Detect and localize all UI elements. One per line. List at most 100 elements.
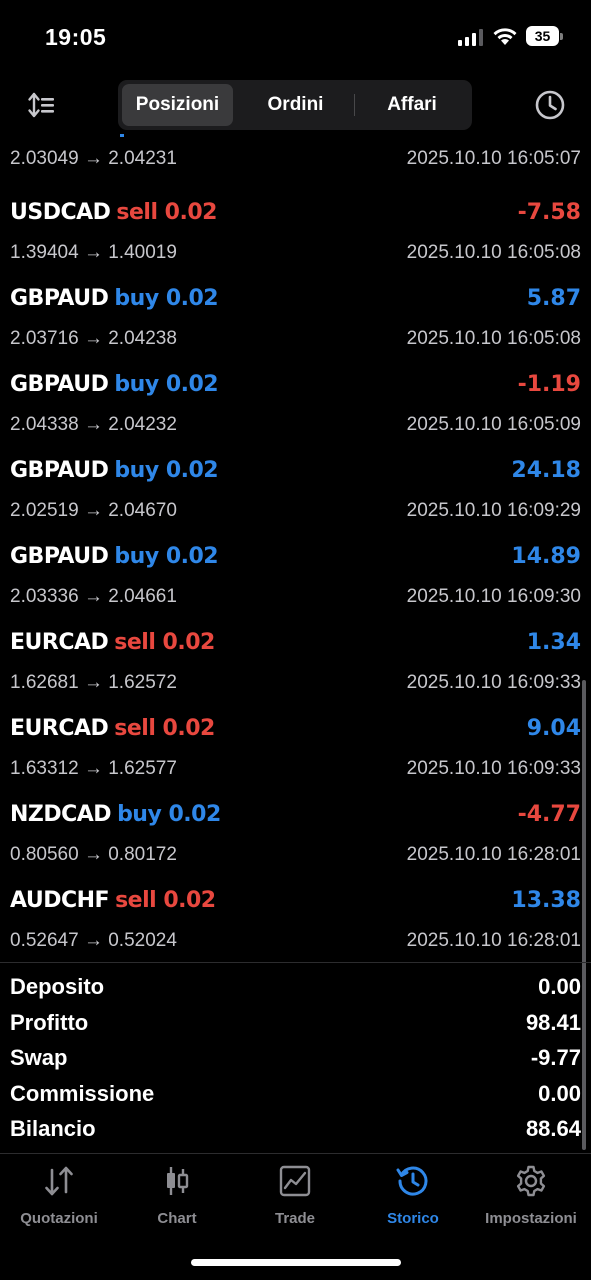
- list-item[interactable]: GBPAUD buy 0.02 -1.19 2.04338 → 2.04232 2…: [0, 360, 591, 446]
- history-clock-icon[interactable]: [533, 88, 567, 122]
- summary-value: -9.77: [530, 1045, 581, 1070]
- trade-side: buy 0.02: [114, 544, 219, 569]
- list-item[interactable]: AUDCHF sell 0.02 13.38 0.52647 → 0.52024 …: [0, 876, 591, 962]
- summary-row-bilancio: Bilancio 88.64: [0, 1112, 591, 1148]
- tab-impostazioni[interactable]: Impostazioni: [472, 1164, 590, 1234]
- screen: 19:05 35 Posizioni Ordini Affari 2.03049…: [0, 0, 591, 1280]
- trade-symbol: GBPAUD buy 0.02: [10, 458, 219, 483]
- trade-side: buy 0.02: [114, 458, 219, 483]
- trade-prices: 0.80560 → 0.80172: [10, 844, 177, 865]
- trade-profit: -4.77: [517, 802, 581, 827]
- trade-time: 2025.10.10 16:28:01: [406, 844, 581, 865]
- trade-prices: 0.52647 → 0.52024: [10, 930, 177, 951]
- summary-value: 0.00: [538, 974, 581, 999]
- trade-symbol: EURCAD sell 0.02: [10, 630, 215, 655]
- trade-profit: 1.34: [526, 630, 581, 655]
- trade-prices: 2.03336 → 2.04661: [10, 586, 177, 607]
- trade-time: 2025.10.10 16:09:33: [406, 758, 581, 779]
- trade-pair: EURCAD: [10, 716, 109, 741]
- trade-side: buy 0.02: [114, 372, 219, 397]
- trade-time: 2025.10.10 16:09:33: [406, 672, 581, 693]
- trade-prices: 1.62681 → 1.62572: [10, 672, 177, 693]
- summary-value: 0.00: [538, 1080, 581, 1106]
- wifi-icon: [493, 28, 517, 45]
- list-item[interactable]: EURCAD sell 0.02 1.34 1.62681 → 1.62572 2…: [0, 618, 591, 704]
- tab-label: Storico: [387, 1210, 439, 1227]
- summary-row-commissione: Commissione 0.00: [0, 1077, 591, 1113]
- trade-symbol: EURCAD sell 0.02: [10, 716, 215, 741]
- partial-side-marker: [120, 134, 124, 137]
- summary-label: Profitto: [10, 1009, 89, 1035]
- trade-profit: 13.38: [511, 888, 581, 913]
- trade-pair: NZDCAD: [10, 802, 112, 827]
- quotes-arrows-icon: [45, 1166, 73, 1196]
- list-item[interactable]: GBPAUD buy 0.02 14.89 2.03336 → 2.04661 2…: [0, 532, 591, 618]
- trade-time: 2025.10.10 16:05:08: [406, 242, 581, 263]
- trade-time: 2025.10.10 16:05:09: [406, 414, 581, 435]
- trade-symbol: USDCAD sell 0.02: [10, 200, 217, 225]
- trade-symbol: NZDCAD buy 0.02: [10, 802, 221, 827]
- battery-icon: 35: [526, 26, 563, 46]
- trade-prices: 2.03049 → 2.04231: [10, 148, 177, 169]
- tab-label: Quotazioni: [20, 1210, 98, 1227]
- trade-profit: 5.87: [526, 286, 581, 311]
- trade-time: 2025.10.10 16:05:08: [406, 328, 581, 349]
- trade-prices: 2.04338 → 2.04232: [10, 414, 177, 435]
- segment-affari[interactable]: Affari: [356, 84, 468, 126]
- tab-storico[interactable]: Storico: [354, 1164, 472, 1234]
- summary-panel: Deposito 0.00 Profitto 98.41 Swap -9.77 …: [0, 970, 591, 1148]
- trade-list[interactable]: 2.03049 → 2.04231 2025.10.10 16:05:07 US…: [0, 134, 591, 962]
- trade-prices: 2.02519 → 2.04670: [10, 500, 177, 521]
- trade-prices: 2.03716 → 2.04238: [10, 328, 177, 349]
- trade-pair: GBPAUD: [10, 286, 109, 311]
- summary-row-swap: Swap -9.77: [0, 1041, 591, 1077]
- trade-symbol: AUDCHF sell 0.02: [10, 888, 216, 913]
- segmented-control: Posizioni Ordini Affari: [118, 80, 472, 130]
- tab-quotazioni[interactable]: Quotazioni: [0, 1164, 118, 1234]
- tab-label: Trade: [274, 1210, 316, 1227]
- history-icon: [396, 1166, 428, 1196]
- tab-label: Impostazioni: [485, 1210, 577, 1227]
- trade-profit: -1.19: [517, 372, 581, 397]
- list-item[interactable]: EURCAD sell 0.02 9.04 1.63312 → 1.62577 2…: [0, 704, 591, 790]
- trade-side: sell 0.02: [116, 200, 217, 225]
- toolbar: Posizioni Ordini Affari: [0, 76, 591, 134]
- trade-pair: GBPAUD: [10, 458, 109, 483]
- list-item[interactable]: NZDCAD buy 0.02 -4.77 0.80560 → 0.80172 2…: [0, 790, 591, 876]
- trade-pair: USDCAD: [10, 200, 111, 225]
- list-item[interactable]: GBPAUD buy 0.02 5.87 2.03716 → 2.04238 20…: [0, 274, 591, 360]
- segment-posizioni[interactable]: Posizioni: [122, 84, 233, 126]
- summary-label: Deposito: [10, 974, 105, 999]
- trade-pair: GBPAUD: [10, 372, 109, 397]
- segment-ordini[interactable]: Ordini: [239, 84, 352, 126]
- trade-side: sell 0.02: [114, 716, 215, 741]
- trade-side: sell 0.02: [114, 630, 215, 655]
- summary-row-deposito: Deposito 0.00: [0, 970, 591, 1006]
- trade-profit: 9.04: [526, 716, 581, 741]
- status-bar: 19:05 35: [0, 0, 591, 76]
- trade-profit: 14.89: [511, 544, 581, 569]
- trade-prices: 1.63312 → 1.62577: [10, 758, 177, 779]
- summary-label: Swap: [10, 1045, 68, 1070]
- tab-chart[interactable]: Chart: [118, 1164, 236, 1234]
- home-indicator[interactable]: [191, 1259, 401, 1266]
- list-item-partial[interactable]: 2.03049 → 2.04231 2025.10.10 16:05:07: [0, 134, 591, 174]
- trade-side: buy 0.02: [114, 286, 219, 311]
- trade-pair: EURCAD: [10, 630, 109, 655]
- summary-row-profitto: Profitto 98.41: [0, 1006, 591, 1042]
- sort-icon[interactable]: [27, 90, 57, 120]
- trade-side: buy 0.02: [117, 802, 221, 827]
- trade-time: 2025.10.10 16:05:07: [406, 148, 581, 169]
- trade-time: 2025.10.10 16:28:01: [406, 930, 581, 951]
- tab-trade[interactable]: Trade: [236, 1164, 354, 1234]
- divider: [0, 962, 591, 963]
- candlestick-icon: [167, 1167, 189, 1195]
- list-item[interactable]: USDCAD sell 0.02 -7.58 1.39404 → 1.40019 …: [0, 188, 591, 274]
- battery-level: 35: [526, 26, 559, 46]
- trade-symbol: GBPAUD buy 0.02: [10, 372, 219, 397]
- tab-bar: Quotazioni Chart Trade Storico Impostazi…: [0, 1154, 591, 1244]
- trade-symbol: GBPAUD buy 0.02: [10, 544, 219, 569]
- trade-prices: 1.39404 → 1.40019: [10, 242, 177, 263]
- list-item[interactable]: GBPAUD buy 0.02 24.18 2.02519 → 2.04670 2…: [0, 446, 591, 532]
- trade-chart-icon: [279, 1165, 311, 1197]
